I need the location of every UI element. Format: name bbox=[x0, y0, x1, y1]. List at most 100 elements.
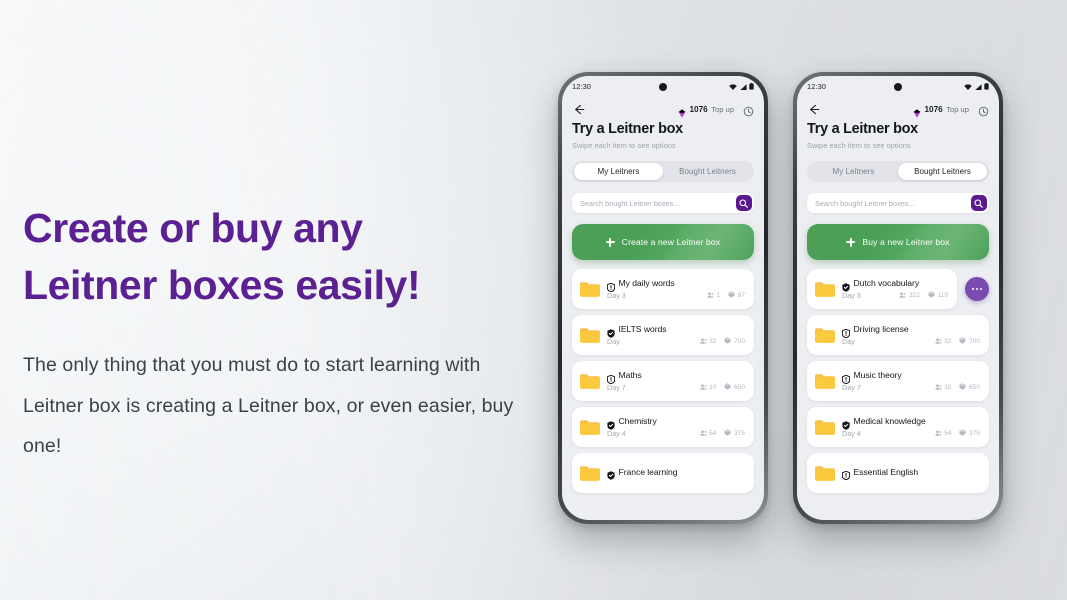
learners-icon bbox=[934, 429, 942, 438]
cards-count: 97 bbox=[737, 292, 745, 299]
stat-cards: 700 bbox=[724, 337, 745, 346]
folder-icon bbox=[814, 280, 836, 298]
folder-icon bbox=[814, 326, 836, 344]
status-icons bbox=[729, 83, 754, 90]
list-item-meta-row: Day 7 10 650 bbox=[842, 383, 980, 392]
list-item-stats: 54 375 bbox=[699, 429, 745, 438]
list-item[interactable]: IELTS words Day 32 700 bbox=[572, 315, 754, 355]
app-header: 1076 Top up bbox=[562, 97, 764, 118]
search-input[interactable]: Search bought Leitner boxes... bbox=[815, 199, 971, 208]
stat-learners: 32 bbox=[699, 337, 716, 346]
search-bar[interactable]: Search bought Leitner boxes... bbox=[572, 193, 754, 213]
status-bar: 12:30 bbox=[797, 76, 999, 97]
history-icon[interactable] bbox=[978, 104, 989, 117]
learners-count: 10 bbox=[709, 384, 717, 391]
coin-balance[interactable]: 1076 Top up bbox=[913, 105, 969, 118]
shield-alert-icon bbox=[841, 371, 851, 384]
top-up-label[interactable]: Top up bbox=[946, 105, 969, 114]
list-item[interactable]: Music theory Day 7 10 650 bbox=[807, 361, 989, 401]
leitner-box-list: My daily words Day 3 1 97 IELTS words Da… bbox=[562, 269, 764, 520]
search-input[interactable]: Search bought Leitner boxes... bbox=[580, 199, 736, 208]
camera-punch-hole bbox=[659, 83, 667, 91]
list-item-day: Day 7 bbox=[842, 383, 861, 392]
stat-cards: 119 bbox=[928, 291, 948, 300]
tab-bought-leitners[interactable]: Bought Leitners bbox=[898, 163, 987, 180]
gem-icon bbox=[913, 105, 921, 118]
list-item[interactable]: Chemistry Day 4 54 375 bbox=[572, 407, 754, 447]
stat-cards: 375 bbox=[724, 429, 745, 438]
coin-count: 1076 bbox=[924, 105, 943, 114]
learners-icon bbox=[699, 337, 707, 346]
status-time: 12:30 bbox=[807, 82, 826, 91]
list-item-name: Essential English bbox=[853, 466, 919, 477]
plus-icon bbox=[846, 237, 856, 247]
list-item-title-row: Maths bbox=[606, 370, 745, 384]
list-item-meta-row: Day 4 54 375 bbox=[842, 429, 980, 438]
list-item[interactable]: Medical knowledge Day 4 54 375 bbox=[807, 407, 989, 447]
cards-count: 650 bbox=[968, 384, 980, 391]
promo-headline: Create or buy any Leitner boxes easily! bbox=[23, 200, 523, 313]
list-item[interactable]: Dutch vocabulary Day 3 322 119 bbox=[807, 269, 957, 309]
cards-count: 375 bbox=[733, 430, 745, 437]
list-item-day: Day bbox=[842, 337, 855, 346]
tab-my-leitners[interactable]: My Leitners bbox=[574, 163, 663, 180]
cards-icon bbox=[728, 291, 735, 300]
top-up-label[interactable]: Top up bbox=[711, 105, 734, 114]
list-item-name: Driving license bbox=[853, 324, 909, 334]
list-item-title-row: Dutch vocabulary bbox=[842, 278, 948, 292]
stat-learners: 322 bbox=[899, 291, 920, 300]
list-item-name: Music theory bbox=[853, 370, 902, 380]
list-item-meta-row: Day 7 10 650 bbox=[607, 383, 745, 392]
stat-cards: 97 bbox=[728, 291, 745, 300]
list-item-meta-row: Day 32 700 bbox=[842, 337, 980, 346]
battery-icon bbox=[749, 83, 754, 90]
cards-count: 700 bbox=[968, 338, 980, 345]
folder-icon bbox=[579, 326, 601, 344]
page-subtitle: Swipe each item to see options bbox=[572, 141, 676, 150]
stat-learners: 54 bbox=[934, 429, 951, 438]
search-bar[interactable]: Search bought Leitner boxes... bbox=[807, 193, 989, 213]
coin-count: 1076 bbox=[689, 105, 708, 114]
promo-copy: Create or buy any Leitner boxes easily! … bbox=[23, 200, 523, 467]
learners-icon bbox=[707, 291, 714, 300]
app-header: 1076 Top up bbox=[797, 97, 999, 118]
list-item-meta-row: Day 4 54 375 bbox=[607, 429, 745, 438]
cards-icon bbox=[724, 429, 731, 438]
tab-bought-leitners[interactable]: Bought Leitners bbox=[663, 163, 752, 180]
back-arrow-icon[interactable] bbox=[807, 103, 820, 116]
learners-icon bbox=[699, 383, 707, 392]
search-icon[interactable] bbox=[970, 195, 987, 211]
folder-icon bbox=[579, 372, 601, 390]
signal-icon bbox=[739, 83, 747, 90]
list-item[interactable]: Maths Day 7 10 650 bbox=[572, 361, 754, 401]
list-item-body: Maths Day 7 10 650 bbox=[606, 370, 745, 392]
coin-balance[interactable]: 1076 Top up bbox=[678, 105, 734, 118]
list-item[interactable]: My daily words Day 3 1 97 bbox=[572, 269, 754, 309]
cards-icon bbox=[724, 383, 731, 392]
stat-learners: 1 bbox=[707, 291, 720, 300]
shield-alert-icon bbox=[606, 371, 616, 384]
folder-icon bbox=[814, 418, 836, 436]
list-item[interactable]: Driving license Day 32 700 bbox=[807, 315, 989, 355]
back-arrow-icon[interactable] bbox=[572, 103, 585, 116]
primary-cta-button[interactable]: Buy a new Leitner box bbox=[807, 224, 989, 260]
tab-my-leitners[interactable]: My Leitners bbox=[809, 163, 898, 180]
promo-headline-line1: Create or buy any bbox=[23, 205, 363, 251]
list-item[interactable]: France learning bbox=[572, 453, 754, 493]
more-options-icon[interactable] bbox=[965, 277, 989, 301]
list-item-day: Day 4 bbox=[842, 429, 861, 438]
list-item[interactable]: Essential English bbox=[807, 453, 989, 493]
list-item-meta-row: Day 3 322 119 bbox=[842, 291, 948, 300]
cards-icon bbox=[959, 337, 966, 346]
list-item-day: Day 7 bbox=[607, 383, 626, 392]
search-icon[interactable] bbox=[735, 195, 752, 211]
list-item-body: Dutch vocabulary Day 3 322 119 bbox=[842, 278, 948, 300]
list-item-body: My daily words Day 3 1 97 bbox=[606, 278, 745, 300]
history-icon[interactable] bbox=[743, 104, 754, 117]
primary-cta-label: Buy a new Leitner box bbox=[862, 237, 950, 247]
list-item-stats: 10 650 bbox=[934, 383, 980, 392]
shield-check-icon bbox=[842, 279, 850, 292]
cards-icon bbox=[928, 291, 935, 300]
list-item-body: Driving license Day 32 700 bbox=[841, 324, 980, 346]
primary-cta-button[interactable]: Create a new Leitner box bbox=[572, 224, 754, 260]
